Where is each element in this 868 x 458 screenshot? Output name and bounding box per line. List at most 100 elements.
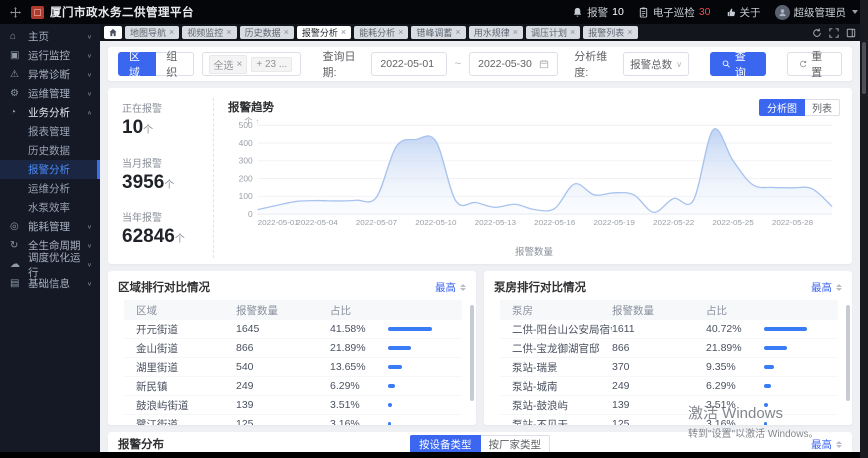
pct-bar <box>388 365 402 369</box>
sidebar: ⌂ 主页 ∨ ▣ 运行监控 ∨ ⚠ 异常诊断 ∨ ⚙ 运维管理 ∨ ◔ 业务分析 ∧ 报表管理 历史数据 报警分析… <box>0 24 100 458</box>
tab-地图导航[interactable]: 地图导航 × <box>125 26 180 39</box>
svg-text:2022-05-19: 2022-05-19 <box>594 218 635 227</box>
tab-错峰调蓄[interactable]: 错峰调蓄 × <box>411 26 466 39</box>
user-menu[interactable]: 超级管理员 <box>774 4 858 20</box>
fullscreen-icon[interactable] <box>829 27 839 38</box>
dimension-select[interactable]: 报警总数 ∨ <box>623 52 690 76</box>
row-count: 139 <box>236 399 254 411</box>
row-pct: 9.35% <box>706 361 736 373</box>
table-row: 泵站-不见天 125 3.16% <box>500 415 838 425</box>
date-end-value: 2022-05-30 <box>478 58 532 70</box>
sidebar-item-调度优化运行[interactable]: ☁ 调度优化运行 ∨ <box>0 252 100 279</box>
by-vendor-button[interactable]: 按厂家类型 <box>480 435 550 452</box>
user-name: 超级管理员 <box>793 6 847 19</box>
table-row: 金山街道 866 21.89% <box>124 339 462 358</box>
tab-close-icon[interactable]: × <box>513 28 518 37</box>
tab-close-icon[interactable]: × <box>169 28 174 37</box>
reset-button[interactable]: 重置 <box>786 51 842 79</box>
tab-label: 报警分析 <box>301 28 338 38</box>
chart-series-label: 报警数量 <box>514 247 553 258</box>
sort-arrows-icon[interactable] <box>836 440 842 448</box>
svg-text:2022-05-25: 2022-05-25 <box>712 218 754 227</box>
stat-label: 当月报警 <box>122 158 162 170</box>
tab-close-icon[interactable]: × <box>627 28 632 37</box>
selected-tag-label: 全选 <box>213 60 234 72</box>
sidebar-item-能耗管理[interactable]: ◎ 能耗管理 ∨ <box>0 217 100 236</box>
pct-bar <box>388 422 391 425</box>
query-button[interactable]: 查询 <box>710 51 766 79</box>
sidebar-item-主页[interactable]: ⌂ 主页 ∨ <box>0 27 100 46</box>
date-range-label: 查询日期: <box>322 51 356 79</box>
tab-调压计划[interactable]: 调压计划 × <box>525 26 581 39</box>
region-table-card: 区域排行对比情况 最高 区域 报警数量 占比 开元街道 1645 41.58% 金山街… <box>108 271 476 425</box>
refresh-icon[interactable] <box>812 28 822 38</box>
tag-close-icon[interactable]: × <box>237 59 243 70</box>
sidebar-item-label: 基础信息 <box>28 278 70 290</box>
inspection-label: 电子巡检 <box>652 6 695 19</box>
by-device-button[interactable]: 按设备类型 <box>410 435 481 452</box>
tab-label: 错峰调蓄 <box>416 28 453 38</box>
svg-text:2022-05-13: 2022-05-13 <box>475 218 517 227</box>
sidebar-item-业务分析[interactable]: ◔ 业务分析 ∧ <box>0 103 100 122</box>
tab-close-icon[interactable]: × <box>398 28 403 37</box>
tab-视频监控[interactable]: 视频监控 × <box>182 26 237 39</box>
tab-close-icon[interactable]: × <box>341 28 346 37</box>
move-icon[interactable] <box>10 6 21 18</box>
row-pct: 21.89% <box>330 342 366 354</box>
tab-报警分析[interactable]: 报警分析 × <box>296 26 352 39</box>
sidebar-subitem-报表管理[interactable]: 报表管理 <box>0 122 100 141</box>
sidebar-item-label: 异常诊断 <box>28 69 70 81</box>
table-scrollbar[interactable] <box>470 305 474 401</box>
sidebar-subitem-报警分析[interactable]: 报警分析 <box>0 160 100 179</box>
scope-org-button[interactable]: 组织 <box>156 51 194 79</box>
tab-close-icon[interactable]: × <box>570 28 575 37</box>
sidebar-menu: ⌂ 主页 ∨ ▣ 运行监控 ∨ ⚠ 异常诊断 ∨ ⚙ 运维管理 ∨ ◔ 业务分析 ∧ 报表管理 历史数据 报警分析… <box>0 27 100 293</box>
sort-arrows-icon[interactable] <box>836 283 842 291</box>
tab-报警列表[interactable]: 报警列表 × <box>583 26 638 39</box>
scope-region-button[interactable]: 区域 <box>118 51 157 79</box>
tab-close-icon[interactable]: × <box>455 28 460 37</box>
dimension-value: 报警总数 <box>630 58 673 71</box>
view-chart-button[interactable]: 分析图 <box>759 98 805 116</box>
pct-bar <box>764 422 767 425</box>
selected-tag: 全选 × <box>208 54 248 74</box>
monitor-icon: ▣ <box>10 50 20 61</box>
tab-用水规律[interactable]: 用水规律 × <box>468 26 523 39</box>
scrollbar-thumb[interactable] <box>862 42 866 94</box>
row-name: 开元街道 <box>136 323 178 336</box>
person-icon <box>778 8 786 16</box>
about-menu-item[interactable]: 关于 <box>725 5 761 20</box>
sidebar-subitem-水泵效率[interactable]: 水泵效率 <box>0 198 100 217</box>
panel-icon[interactable] <box>846 28 856 38</box>
date-end-input[interactable]: 2022-05-30 <box>469 52 559 76</box>
inspection-menu-item[interactable]: 电子巡检 30 <box>638 5 711 20</box>
query-button-label: 查询 <box>734 51 746 79</box>
sidebar-item-异常诊断[interactable]: ⚠ 异常诊断 ∨ <box>0 65 100 84</box>
row-name: 二供-阳台山公安局宿舍 <box>512 323 612 336</box>
tab-能耗分析[interactable]: 能耗分析 × <box>354 26 409 39</box>
tab-close-icon[interactable]: × <box>284 28 289 37</box>
region-multiselect[interactable]: 全选 × + 23 ... <box>201 52 301 76</box>
row-name: 鹭江街道 <box>136 418 178 426</box>
tab-close-icon[interactable]: × <box>226 28 231 37</box>
alarm-menu-item[interactable]: 报警 10 <box>572 5 624 20</box>
region-sort-link[interactable]: 最高 <box>435 280 456 295</box>
tab-bar: 地图导航 × 视频监控 × 历史数据 × 报警分析 × 能耗分析 × 错峰调蓄 × 用水规律 × 调压计划 ×… <box>100 24 860 41</box>
sidebar-subitem-历史数据[interactable]: 历史数据 <box>0 141 100 160</box>
tab-label: 地图导航 <box>130 28 167 38</box>
table-scrollbar[interactable] <box>846 305 850 401</box>
sort-arrows-icon[interactable] <box>460 283 466 291</box>
distribution-sort-link[interactable]: 最高 <box>811 437 832 452</box>
tab-历史数据[interactable]: 历史数据 × <box>239 26 294 39</box>
sidebar-subitem-运维分析[interactable]: 运维分析 <box>0 179 100 198</box>
date-start-input[interactable]: 2022-05-01 <box>371 52 447 76</box>
tab-home[interactable] <box>104 26 122 39</box>
trend-chart-svg: 0100200300400500个 ↑2022-05-012022-05-04 20… <box>239 117 833 227</box>
chevron-down-icon: ∨ <box>86 262 92 268</box>
view-list-button[interactable]: 列表 <box>805 98 840 116</box>
svg-text:0: 0 <box>248 210 253 219</box>
window-scrollbar[interactable] <box>860 0 868 458</box>
sidebar-item-运维管理[interactable]: ⚙ 运维管理 ∨ <box>0 84 100 103</box>
sidebar-item-运行监控[interactable]: ▣ 运行监控 ∨ <box>0 46 100 65</box>
pump-sort-link[interactable]: 最高 <box>811 280 832 295</box>
